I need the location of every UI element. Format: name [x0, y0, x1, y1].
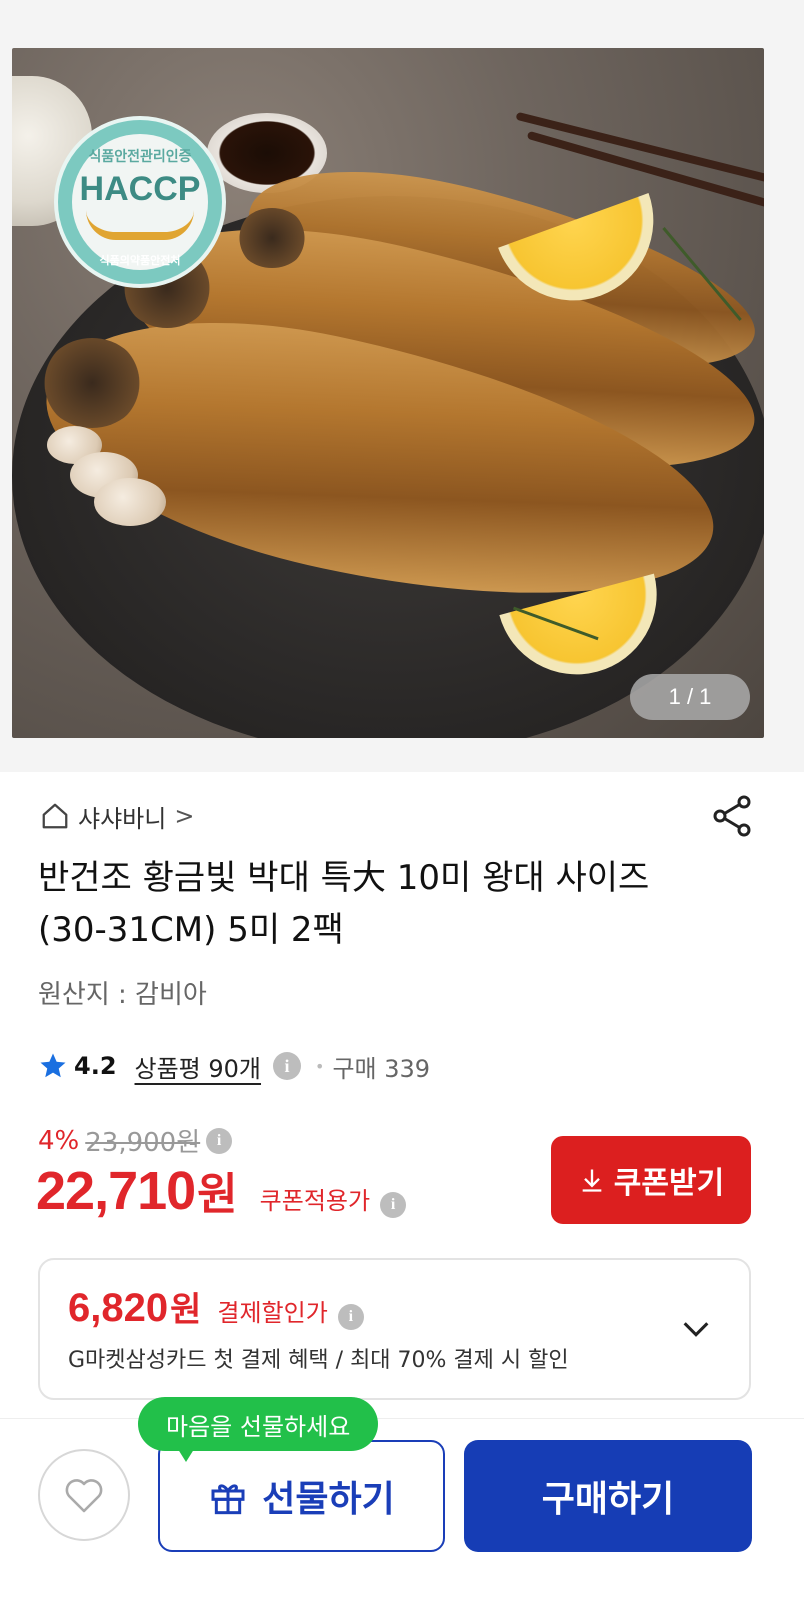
original-price: 23,900원	[85, 1128, 201, 1158]
discount-row: 4% 23,900원 i	[38, 1122, 233, 1159]
heart-icon	[65, 1479, 103, 1513]
share-icon[interactable]	[708, 792, 756, 840]
seller-name: 샤샤바니	[78, 804, 167, 833]
product-origin: 원산지 : 감비아	[38, 980, 207, 1010]
gift-tooltip-bubble: 마음을 선물하세요	[138, 1397, 379, 1451]
product-title: 반건조 황금빛 박대 특大 10미 왕대 사이즈 (30-31CM) 5미 2팩	[38, 858, 650, 950]
info-icon[interactable]: i	[206, 1127, 233, 1154]
haccp-badge-top-text: 식품안전관리인증	[88, 149, 192, 165]
separator-dot: •	[315, 1056, 325, 1076]
purchase-count: 구매 339	[332, 1054, 431, 1083]
info-icon[interactable]: i	[273, 1052, 302, 1080]
get-coupon-button[interactable]: 쿠폰받기	[551, 1136, 751, 1224]
rating-score: 4.2	[74, 1052, 117, 1080]
discount-percent: 4%	[38, 1125, 80, 1156]
chopstick-decor	[515, 111, 764, 193]
garlic-decor	[94, 478, 166, 526]
card-price-label: 결제할인가	[217, 1299, 328, 1327]
get-coupon-label: 쿠폰받기	[613, 1167, 725, 1200]
seller-link[interactable]: 샤샤바니 >	[40, 796, 194, 836]
rating-row: 4.2 상품평 90개 i • 구매 339	[38, 1046, 430, 1086]
home-icon	[42, 803, 68, 829]
card-benefit-panel[interactable]: 6,820 원 결제할인가 i G마켓삼성카드 첫 결제 혜택 / 최대 70% …	[38, 1258, 751, 1400]
price-row: 22,710 원 쿠폰적용가 i	[36, 1158, 407, 1222]
wishlist-button[interactable]	[38, 1449, 130, 1541]
gift-button-label: 선물하기	[262, 1478, 395, 1519]
card-price-amount: 6,820	[68, 1286, 169, 1330]
chevron-down-icon[interactable]	[679, 1312, 713, 1346]
sale-price: 22,710	[36, 1161, 196, 1221]
info-icon[interactable]: i	[337, 1304, 364, 1330]
coupon-price-label: 쿠폰적용가	[259, 1187, 371, 1215]
gift-button[interactable]: 선물하기	[158, 1440, 445, 1552]
fish-head-decor	[237, 208, 307, 268]
chevron-right-icon: >	[174, 802, 195, 830]
star-icon	[40, 1053, 66, 1078]
info-icon[interactable]: i	[380, 1192, 407, 1218]
product-image[interactable]: 식품안전관리인증 HACCP 식품의약품안전처	[12, 48, 764, 738]
card-benefit-description: G마켓삼성카드 첫 결제 혜택 / 최대 70% 결제 시 할인	[68, 1348, 569, 1373]
buy-button[interactable]: 구매하기	[464, 1440, 752, 1552]
gift-icon	[211, 1484, 245, 1515]
sale-price-unit: 원	[197, 1169, 238, 1220]
buy-button-label: 구매하기	[541, 1478, 675, 1519]
fish-head-decor	[42, 338, 142, 428]
image-counter: 1 / 1	[630, 674, 750, 720]
review-count-link[interactable]: 상품평 90개	[135, 1049, 262, 1084]
haccp-badge-bottom-text: 식품의약품안전처	[99, 254, 181, 267]
haccp-badge-arc	[86, 210, 194, 240]
haccp-badge: 식품안전관리인증 HACCP 식품의약품안전처	[54, 116, 226, 288]
image-gallery: 식품안전관리인증 HACCP 식품의약품안전처 1 / 1	[0, 0, 804, 772]
haccp-badge-main-text: HACCP	[79, 170, 201, 208]
card-price: 6,820 원 결제할인가 i	[68, 1282, 364, 1331]
download-icon	[582, 1169, 602, 1192]
card-price-unit: 원	[170, 1290, 202, 1330]
gift-tooltip-tail	[176, 1446, 196, 1462]
